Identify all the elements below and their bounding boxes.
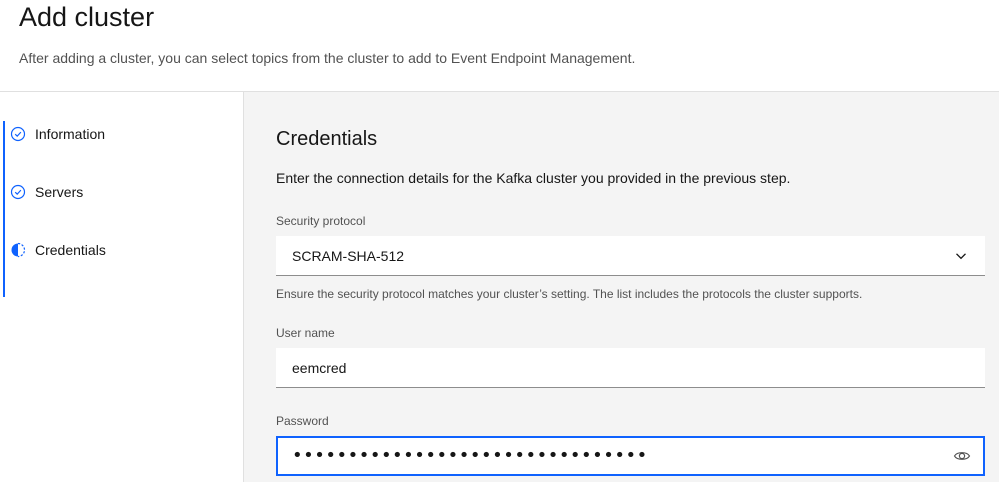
password-value: •••••••••••••••••••••••••••••••• — [292, 445, 648, 466]
page-title: Add cluster — [19, 2, 155, 32]
username-label: User name — [276, 326, 335, 340]
step-servers-label: Servers — [35, 184, 84, 200]
page-description: After adding a cluster, you can select t… — [19, 50, 636, 66]
section-description: Enter the connection details for the Kaf… — [276, 170, 791, 186]
progress-line — [3, 121, 5, 297]
username-value: eemcred — [292, 359, 347, 376]
step-credentials[interactable]: Credentials — [10, 238, 106, 262]
checkmark-outline-icon — [10, 126, 26, 142]
username-input[interactable]: eemcred — [276, 348, 985, 388]
section-title: Credentials — [276, 128, 378, 150]
step-servers[interactable]: Servers — [10, 180, 83, 204]
security-protocol-helper: Ensure the security protocol matches you… — [276, 287, 863, 301]
step-credentials-label: Credentials — [35, 242, 106, 258]
password-input[interactable]: •••••••••••••••••••••••••••••••• — [276, 436, 985, 476]
security-protocol-value: SCRAM-SHA-512 — [292, 247, 405, 264]
incomplete-icon — [10, 242, 26, 258]
security-protocol-label: Security protocol — [276, 214, 366, 228]
checkmark-outline-icon — [10, 184, 26, 200]
security-protocol-select[interactable]: SCRAM-SHA-512 — [276, 236, 985, 276]
credentials-panel: Credentials Enter the connection details… — [244, 92, 999, 482]
password-label: Password — [276, 414, 329, 428]
chevron-down-icon — [953, 248, 969, 264]
step-information[interactable]: Information — [10, 122, 105, 146]
progress-indicator: Information Servers Credentials — [0, 92, 243, 482]
view-icon[interactable] — [953, 447, 971, 465]
step-information-label: Information — [35, 126, 106, 142]
